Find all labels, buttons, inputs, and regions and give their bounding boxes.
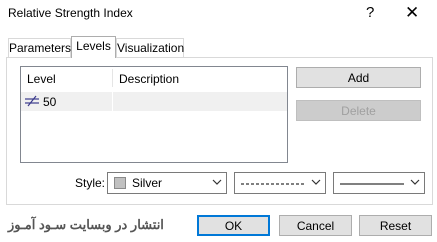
help-icon[interactable]: ? [366, 4, 374, 21]
window-title: Relative Strength Index [8, 6, 133, 20]
line-width-select[interactable] [333, 172, 425, 194]
tab-visualization[interactable]: Visualization [116, 38, 184, 57]
level-value: 50 [43, 95, 57, 109]
level-line-icon [25, 95, 39, 107]
dashed-line-icon [241, 183, 305, 185]
watermark-text: انتشار در وبسایت سـود آمـوز [8, 217, 164, 232]
column-header-description[interactable]: Description [113, 67, 283, 89]
reset-button[interactable]: Reset [359, 215, 432, 236]
delete-button[interactable]: Delete [296, 100, 421, 121]
style-label: Style: [75, 176, 106, 190]
chevron-down-icon [212, 179, 222, 185]
row-divider [112, 92, 113, 111]
chevron-down-icon [410, 179, 420, 185]
color-name: Silver [132, 176, 163, 190]
color-select[interactable]: Silver [107, 172, 227, 194]
tab-parameters[interactable]: Parameters [8, 38, 71, 57]
ok-button[interactable]: OK [197, 215, 270, 236]
column-header-level[interactable]: Level [21, 67, 112, 89]
table-row[interactable]: 50 [21, 92, 287, 111]
line-style-select[interactable] [234, 172, 326, 194]
color-swatch [114, 177, 126, 189]
solid-line-icon [340, 183, 404, 185]
tab-levels[interactable]: Levels [71, 36, 116, 58]
levels-list[interactable]: Level Description 50 [20, 66, 288, 163]
cancel-button[interactable]: Cancel [279, 215, 352, 236]
close-icon[interactable]: ✕ [405, 3, 419, 23]
add-button[interactable]: Add [296, 67, 421, 88]
chevron-down-icon [311, 179, 321, 185]
